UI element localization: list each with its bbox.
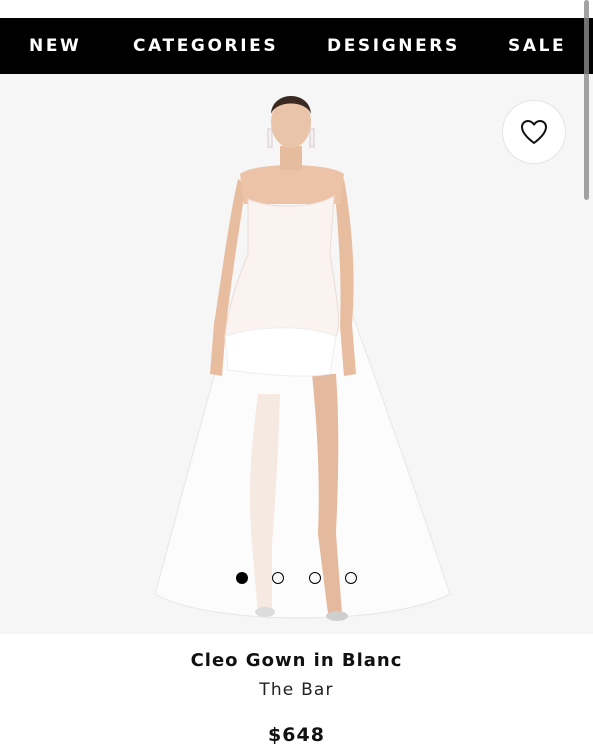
nav-item-categories[interactable]: CATEGORIES: [133, 18, 278, 74]
carousel-dot-1[interactable]: [236, 572, 248, 584]
product-image-carousel[interactable]: [0, 74, 593, 634]
nav-item-new[interactable]: NEW: [29, 18, 81, 74]
carousel-dot-4[interactable]: [345, 572, 357, 584]
left-earring: [267, 128, 273, 148]
carousel-dot-3[interactable]: [309, 572, 321, 584]
product-image[interactable]: [0, 74, 593, 634]
model-shoulders: [240, 165, 344, 204]
designer-name[interactable]: The Bar: [0, 680, 593, 700]
top-navigation-bar: NEW CATEGORIES DESIGNERS SALE: [0, 18, 593, 74]
status-strip: [0, 0, 593, 18]
left-shoe: [255, 607, 275, 617]
nav-item-designers[interactable]: DESIGNERS: [327, 18, 460, 74]
nav-item-sale[interactable]: SALE: [508, 18, 566, 74]
heart-icon: [521, 120, 547, 144]
gown-drape: [224, 327, 337, 377]
product-name[interactable]: Cleo Gown in Blanc: [0, 650, 593, 671]
right-earring: [309, 128, 315, 148]
gown-bodice: [224, 195, 339, 348]
product-price: $648: [268, 724, 325, 746]
carousel-indicators: [234, 572, 364, 586]
page-scrollbar[interactable]: [584, 0, 589, 200]
product-info: Cleo Gown in Blanc The Bar $648: [0, 634, 593, 750]
right-shoe: [326, 611, 348, 621]
favorite-button[interactable]: [502, 100, 566, 164]
carousel-dot-2[interactable]: [272, 572, 284, 584]
model-neck: [280, 146, 302, 170]
